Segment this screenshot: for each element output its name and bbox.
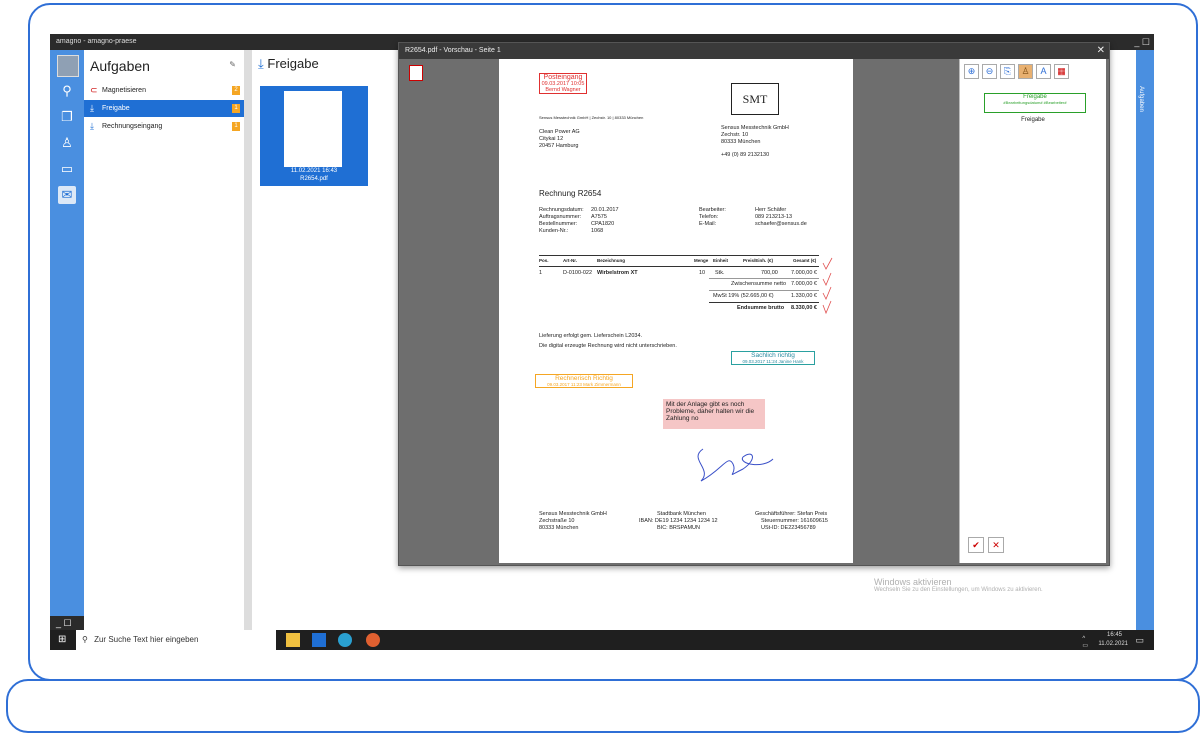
magnet-icon: ⊂ xyxy=(90,85,98,95)
task-badge: 1 xyxy=(232,104,240,113)
task-badge: 1 xyxy=(232,122,240,131)
task-item-rechnungseingang[interactable]: ⤓ Rechnungseingang 1 xyxy=(84,118,244,135)
preview-window: R2654.pdf - Vorschau - Seite 1 ✕ Postein… xyxy=(398,42,1110,566)
stamp-label: Freigabe xyxy=(1021,117,1045,123)
close-icon[interactable]: ✕ xyxy=(1097,43,1105,59)
search-icon: ⚲ xyxy=(82,635,88,644)
copy-icon[interactable]: ⎘ xyxy=(1000,64,1015,79)
pin-icon[interactable]: ✎ xyxy=(229,60,236,69)
search-icon[interactable]: ⚲ xyxy=(58,82,76,100)
download-icon: ⤓ xyxy=(90,103,94,113)
windows-start-icon[interactable]: ⊞ xyxy=(58,634,66,645)
lower-frame xyxy=(6,679,1200,733)
left-nav: ⚲ ❐ ♙ ▭ ✉ _ ☐ ⏻ xyxy=(50,50,84,646)
thumbnail-page xyxy=(284,91,342,167)
company-logo: SMT xyxy=(731,83,779,115)
aufgaben-title: Aufgaben xyxy=(90,58,150,74)
edge-icon[interactable] xyxy=(338,633,352,647)
preview-titlebar: R2654.pdf - Vorschau - Seite 1 ✕ xyxy=(399,43,1109,59)
signature xyxy=(697,448,774,482)
tray-icons[interactable]: ^ ▭ ◁ xyxy=(1082,636,1088,650)
notification-icon[interactable]: ▭ xyxy=(1135,635,1144,646)
freigabe-header: ⤓ Freigabe xyxy=(258,56,319,71)
user-icon[interactable]: ♙ xyxy=(58,134,76,152)
sachlich-richtig-stamp: Sachlich richtig 09.03.2017 11:24 Janine… xyxy=(731,351,815,365)
sticky-note[interactable]: Mit der Anlage gibt es noch Probleme, da… xyxy=(663,399,765,429)
rechnerisch-richtig-stamp: Rechnerisch Richtig 09.03.2017 11:23 Mar… xyxy=(535,374,633,388)
side-actions: ✔ ✕ xyxy=(968,535,1008,553)
task-item-magnetisieren[interactable]: ⊂ Magnetisieren 2 xyxy=(84,82,244,99)
recipient-line: Clean Power AG xyxy=(539,129,580,135)
freigabe-stamp-preview[interactable]: Freigabe #Bearbeitungsdatum# #Bearbeiter… xyxy=(984,93,1086,113)
document-thumbnail[interactable]: 11.02.2021 16:43 R2654.pdf xyxy=(260,86,368,186)
app-screen: amagno - amagno-praese _ ☐ ⚲ ❐ ♙ ▭ ✉ _ ☐… xyxy=(50,34,1154,650)
download-icon: ⤓ xyxy=(90,121,94,131)
confirm-stamp-button[interactable]: ✔ xyxy=(968,537,984,553)
document-page: Posteingang 09.03.2017 10:05 Bernd Wagne… xyxy=(499,59,853,563)
file-explorer-icon[interactable] xyxy=(286,633,300,647)
amagno-icon[interactable] xyxy=(366,633,380,647)
download-icon: ⤓ xyxy=(258,56,264,71)
zoom-in-icon[interactable]: ⊕ xyxy=(964,64,979,79)
zoom-out-icon[interactable]: ⊖ xyxy=(982,64,997,79)
panel-divider[interactable] xyxy=(244,50,252,630)
windows-taskbar: ⊞ ⚲ Zur Suche Text hier eingeben ^ ▭ ◁ 1… xyxy=(50,630,1154,650)
task-badge: 2 xyxy=(232,86,240,95)
stamp-side-panel: ⊕ ⊖ ⎘ ♙ A ▦ Freigabe #Bearbeitungsdatum# #Bea… xyxy=(959,59,1106,563)
aufgaben-panel: Aufgaben ✎ ⊂ Magnetisieren 2 ⤓ Freigabe … xyxy=(84,50,244,630)
side-toolbar: ⊕ ⊖ ⎘ ♙ A ▦ xyxy=(964,61,1072,79)
text-annotation-icon[interactable]: A xyxy=(1036,64,1051,79)
taskbar-search[interactable]: ⚲ Zur Suche Text hier eingeben xyxy=(76,630,276,650)
cancel-stamp-button[interactable]: ✕ xyxy=(988,537,1004,553)
window-controls[interactable]: _ ☐ xyxy=(1134,34,1150,50)
stamp-icon[interactable]: ♙ xyxy=(1018,64,1033,79)
windows-activation-watermark: Windows aktivieren Wechseln Sie zu den E… xyxy=(874,577,1043,593)
inbox-tasks-icon[interactable]: ✉ xyxy=(58,186,76,204)
documents-icon[interactable]: ❐ xyxy=(58,108,76,126)
preview-toolbar xyxy=(401,59,499,563)
right-tasks-strip[interactable]: Aufgaben xyxy=(1136,50,1154,630)
app-title: amagno - amagno-praese xyxy=(56,38,137,45)
chat-icon[interactable]: ▭ xyxy=(58,160,76,178)
posteingang-stamp: Posteingang 09.03.2017 10:05 Bernd Wagne… xyxy=(539,73,587,94)
redaction-icon[interactable]: ▦ xyxy=(1054,64,1069,79)
avatar[interactable] xyxy=(57,55,79,77)
pdf-icon[interactable] xyxy=(409,65,423,81)
invoice-heading: Rechnung R2654 xyxy=(539,189,602,198)
outlook-icon[interactable] xyxy=(312,633,326,647)
check-marks xyxy=(822,257,833,315)
task-item-freigabe[interactable]: ⤓ Freigabe 1 xyxy=(84,100,244,117)
